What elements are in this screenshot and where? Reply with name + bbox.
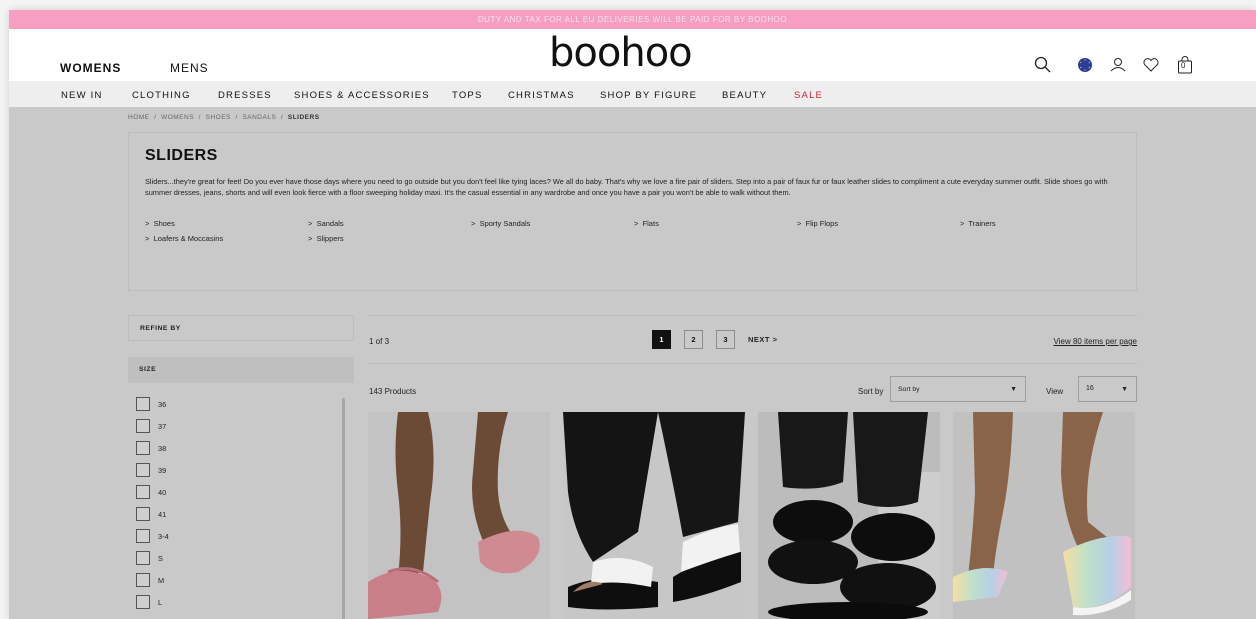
size-list-scrollbar[interactable] xyxy=(342,398,345,619)
main-nav: NEW IN CLOTHING DRESSES SHOES & ACCESSOR… xyxy=(9,81,1256,107)
divider xyxy=(368,315,1137,316)
category-info: SLIDERS Sliders...they're great for feet… xyxy=(128,132,1137,291)
size-checkbox[interactable] xyxy=(136,529,150,543)
size-checkbox[interactable] xyxy=(136,573,150,587)
breadcrumb-womens[interactable]: WOMENS xyxy=(161,114,194,121)
womens-link[interactable]: WOMENS xyxy=(60,61,121,75)
breadcrumb-shoes[interactable]: SHOES xyxy=(206,114,231,121)
sort-select[interactable]: Sort by ▼ xyxy=(890,376,1026,402)
nav-christmas[interactable]: CHRISTMAS xyxy=(508,90,575,101)
nav-shoes-accessories[interactable]: SHOES & ACCESSORIES xyxy=(294,90,430,101)
size-checkbox[interactable] xyxy=(136,441,150,455)
site-header: WOMENS MENS boohoo 0 xyxy=(9,29,1256,81)
product-card-pink-slider[interactable] xyxy=(368,412,550,619)
product-count: 143 Products xyxy=(369,387,417,396)
region-flag-icon[interactable] xyxy=(1075,55,1095,75)
link-sporty-sandals[interactable]: > Sporty Sandals xyxy=(471,219,530,228)
size-checkbox[interactable] xyxy=(136,397,150,411)
product-image[interactable] xyxy=(758,412,940,619)
mens-link[interactable]: MENS xyxy=(170,61,209,75)
view-label: View xyxy=(1046,387,1064,396)
product-card-slogan-slider[interactable] xyxy=(563,412,745,619)
nav-beauty[interactable]: BEAUTY xyxy=(722,90,767,101)
size-option[interactable]: 3-4 xyxy=(136,529,236,544)
account-icon[interactable] xyxy=(1108,55,1128,75)
size-option[interactable]: 40 xyxy=(136,485,236,500)
nav-tops[interactable]: TOPS xyxy=(452,90,483,101)
size-option[interactable]: 36 xyxy=(136,397,236,412)
size-option[interactable]: M xyxy=(136,573,236,588)
chevron-down-icon: ▼ xyxy=(1010,386,1017,393)
size-checkbox[interactable] xyxy=(136,551,150,565)
product-image[interactable] xyxy=(953,412,1135,619)
nav-shop-by-figure[interactable]: SHOP BY FIGURE xyxy=(600,90,697,101)
link-flip-flops[interactable]: > Flip Flops xyxy=(797,219,838,228)
size-option[interactable]: 38 xyxy=(136,441,236,456)
nav-new-in[interactable]: NEW IN xyxy=(61,90,103,101)
breadcrumb: HOME / WOMENS / SHOES / SANDALS / SLIDER… xyxy=(128,114,320,121)
page-button-1[interactable]: 1 xyxy=(652,330,671,349)
page-title: SLIDERS xyxy=(145,147,218,164)
wishlist-icon[interactable] xyxy=(1141,55,1161,75)
product-card-teddy-slider[interactable] xyxy=(758,412,940,619)
size-option[interactable]: 37 xyxy=(136,419,236,434)
link-loafers-moccasins[interactable]: > Loafers & Moccasins xyxy=(145,234,223,243)
size-option[interactable]: 39 xyxy=(136,463,236,478)
size-checkbox[interactable] xyxy=(136,507,150,521)
size-option[interactable]: 41 xyxy=(136,507,236,522)
sort-label: Sort by xyxy=(858,387,884,396)
search-icon[interactable] xyxy=(1033,55,1053,75)
link-sandals[interactable]: > Sandals xyxy=(308,219,344,228)
next-page-link[interactable]: NEXT > xyxy=(748,335,777,344)
bag-count: 0 xyxy=(1181,61,1186,70)
size-checkbox[interactable] xyxy=(136,463,150,477)
product-image[interactable] xyxy=(563,412,745,619)
page-button-3[interactable]: 3 xyxy=(716,330,735,349)
product-grid xyxy=(368,412,1137,619)
size-filter-header[interactable]: SIZE xyxy=(128,357,354,383)
nav-sale[interactable]: SALE xyxy=(794,90,823,101)
breadcrumb-home[interactable]: HOME xyxy=(128,114,150,121)
divider xyxy=(368,363,1137,364)
link-shoes[interactable]: > Shoes xyxy=(145,219,175,228)
nav-dresses[interactable]: DRESSES xyxy=(218,90,272,101)
bag-icon[interactable]: 0 xyxy=(1175,55,1195,75)
size-checkbox[interactable] xyxy=(136,419,150,433)
view-80-link[interactable]: View 80 items per page xyxy=(1054,337,1137,346)
category-description: Sliders...they're great for feet! Do you… xyxy=(145,177,1108,197)
breadcrumb-current: SLIDERS xyxy=(287,114,320,121)
product-card-rainbow-slider[interactable] xyxy=(953,412,1135,619)
boohoo-logo[interactable]: boohoo xyxy=(549,33,693,73)
promo-banner[interactable]: DUTY AND TAX FOR ALL EU DELIVERIES WILL … xyxy=(9,10,1256,29)
view-select[interactable]: 16 ▼ xyxy=(1078,376,1137,402)
product-image[interactable] xyxy=(368,412,550,619)
page-indicator: 1 of 3 xyxy=(369,337,390,346)
browser-page: DUTY AND TAX FOR ALL EU DELIVERIES WILL … xyxy=(9,10,1256,619)
breadcrumb-sandals[interactable]: SANDALS xyxy=(242,114,276,121)
chevron-down-icon: ▼ xyxy=(1121,386,1128,393)
size-option[interactable]: L xyxy=(136,595,236,610)
link-trainers[interactable]: > Trainers xyxy=(960,219,996,228)
size-option[interactable]: S xyxy=(136,551,236,566)
nav-clothing[interactable]: CLOTHING xyxy=(132,90,191,101)
link-slippers[interactable]: > Slippers xyxy=(308,234,344,243)
size-checkbox[interactable] xyxy=(136,595,150,609)
refine-by-header: REFINE BY xyxy=(128,315,354,341)
size-checkbox[interactable] xyxy=(136,485,150,499)
link-flats[interactable]: > Flats xyxy=(634,219,659,228)
page-button-2[interactable]: 2 xyxy=(684,330,703,349)
